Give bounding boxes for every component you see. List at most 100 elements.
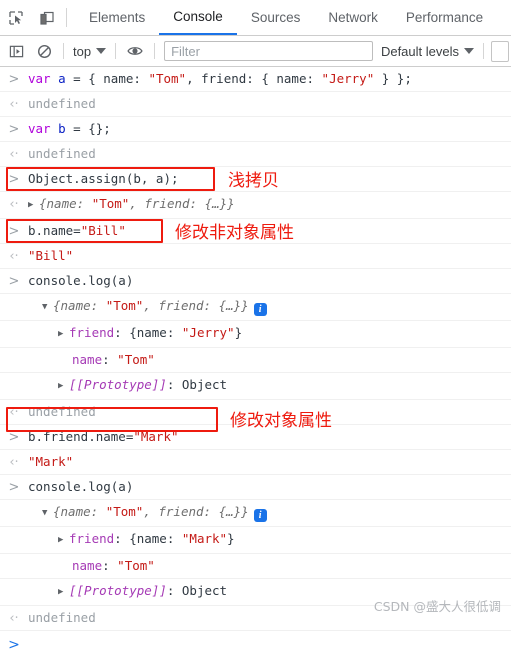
filter-input[interactable]: Filter	[164, 41, 373, 61]
output-arrow-icon: ‹·	[9, 611, 19, 626]
code-token: [[Prototype]]	[69, 583, 167, 598]
code-token: : {name:	[114, 325, 182, 340]
code-token: , friend: {…}}	[143, 298, 249, 313]
tab-performance[interactable]: Performance	[392, 0, 497, 35]
console-log-row[interactable]: ▼ {name: "Tom", friend: {…}} i	[0, 294, 511, 321]
tab-network[interactable]: Network	[314, 0, 392, 35]
disclosure-triangle-collapsed-icon[interactable]: ▶	[58, 377, 69, 395]
console-input-row[interactable]: > b.friend.name="Mark"	[0, 425, 511, 450]
console-input-row[interactable]: > console.log(a)	[0, 475, 511, 500]
console-input-row[interactable]: > var a = { name: "Tom", friend: { name: …	[0, 67, 511, 92]
code-token: var	[28, 121, 51, 136]
console-input-row[interactable]: > console.log(a)	[0, 269, 511, 294]
console-row-text: ▼ {name: "Tom", friend: {…}} i	[28, 297, 507, 317]
code-token: = {};	[65, 121, 111, 136]
console-row-text: ▼ {name: "Tom", friend: {…}} i	[28, 503, 507, 523]
code-token: "Jerry"	[181, 325, 235, 340]
toolbar-divider-4	[483, 43, 484, 59]
prompt-arrow-icon: >	[8, 636, 20, 653]
code-token: = { name:	[65, 71, 149, 86]
code-token: } };	[374, 71, 412, 86]
console-result-row[interactable]: ‹· ▶ {name: "Tom", friend: {…}}	[0, 192, 511, 219]
console-log-row[interactable]: ▶ [[Prototype]]: Object	[0, 373, 511, 400]
inspect-element-button[interactable]	[0, 0, 31, 35]
chevron-down-icon	[96, 48, 107, 54]
console-log-row[interactable]: ▶ friend: {name: "Jerry"}	[0, 321, 511, 348]
code-token: "Tom"	[105, 504, 144, 519]
input-arrow-icon: >	[8, 122, 20, 137]
console-result-row[interactable]: ‹· undefined	[0, 92, 511, 117]
clear-console-icon	[37, 44, 51, 58]
disclosure-triangle-expanded-icon[interactable]: ▼	[42, 298, 53, 316]
filter-placeholder: Filter	[171, 43, 200, 59]
console-input-row[interactable]: > Object.assign(b, a);	[0, 167, 511, 192]
console-settings-button[interactable]	[491, 40, 509, 62]
console-result-row[interactable]: ‹· "Bill"	[0, 244, 511, 269]
output-arrow-icon: ‹·	[9, 455, 19, 470]
console-row-text: b.friend.name="Mark"	[28, 428, 507, 446]
console-result-row[interactable]: ‹· "Mark"	[0, 450, 511, 475]
console-sidebar-button[interactable]	[2, 37, 30, 65]
console-log-row[interactable]: name: "Tom"	[0, 348, 511, 373]
disclosure-triangle-collapsed-icon[interactable]: ▶	[28, 196, 39, 214]
console-row-text: "Mark"	[28, 453, 507, 471]
input-arrow-icon: >	[8, 274, 20, 289]
console-row-text: ▶ friend: {name: "Jerry"}	[28, 324, 507, 344]
code-token: console.log(a)	[28, 273, 134, 288]
info-badge-icon[interactable]: i	[253, 509, 267, 522]
toolbar-divider-1	[63, 43, 64, 59]
console-result-row[interactable]: ‹· undefined	[0, 400, 511, 425]
code-token: , friend: {…}}	[129, 196, 235, 211]
console-log-row[interactable]: ▶ friend: {name: "Mark"}	[0, 527, 511, 554]
code-token: {name:	[53, 504, 106, 519]
code-token: "Tom"	[117, 352, 155, 367]
code-token: b.friend.name=	[28, 429, 134, 444]
console-log-row[interactable]: ▼ {name: "Tom", friend: {…}} i	[0, 500, 511, 527]
code-token: friend	[69, 531, 115, 546]
execution-context-selector[interactable]: top	[69, 44, 110, 59]
console-result-row[interactable]: ‹· undefined	[0, 142, 511, 167]
console-row-text: var b = {};	[28, 120, 507, 138]
code-token: }	[227, 531, 235, 546]
output-arrow-icon: ‹·	[9, 147, 19, 162]
info-badge-icon[interactable]: i	[253, 303, 267, 316]
toolbar-divider-2	[115, 43, 117, 59]
tabbar-divider	[66, 8, 67, 27]
code-token: "Mark"	[181, 531, 228, 546]
code-token: : {name:	[114, 531, 182, 546]
log-gutter	[0, 530, 28, 531]
console-prompt-row[interactable]: >	[0, 631, 511, 657]
output-arrow-icon: ‹·	[9, 97, 19, 112]
log-levels-selector[interactable]: Default levels	[377, 44, 478, 59]
live-expression-button[interactable]	[121, 37, 149, 65]
output-arrow-icon: ‹·	[9, 405, 19, 420]
output-arrow-icon: ‹·	[9, 249, 19, 264]
console-input-row[interactable]: > b.name="Bill"	[0, 219, 511, 244]
console-row-text: undefined	[28, 95, 507, 113]
input-arrow-icon: >	[8, 480, 20, 495]
code-token: "Bill"	[80, 223, 126, 238]
code-token: "Tom"	[117, 558, 155, 573]
console-sidebar-icon	[9, 45, 23, 57]
disclosure-triangle-expanded-icon[interactable]: ▼	[42, 504, 53, 522]
code-token: undefined	[28, 404, 96, 419]
disclosure-triangle-collapsed-icon[interactable]: ▶	[58, 583, 69, 601]
panel-tabs: Elements Console Sources Network Perform…	[75, 0, 497, 35]
clear-console-button[interactable]	[30, 37, 58, 65]
disclosure-triangle-collapsed-icon[interactable]: ▶	[58, 531, 69, 549]
code-token: "Bill"	[28, 248, 74, 263]
log-gutter	[0, 324, 28, 325]
console-log-row[interactable]: name: "Tom"	[0, 554, 511, 579]
console-input-row[interactable]: > var b = {};	[0, 117, 511, 142]
code-token: var	[28, 71, 51, 86]
tab-sources[interactable]: Sources	[237, 0, 315, 35]
device-toolbar-button[interactable]	[31, 0, 62, 35]
log-gutter	[0, 297, 28, 298]
code-token: : Object	[166, 583, 228, 598]
disclosure-triangle-collapsed-icon[interactable]: ▶	[58, 325, 69, 343]
tab-console[interactable]: Console	[159, 0, 237, 35]
log-gutter	[0, 351, 28, 352]
console-message-list[interactable]: > var a = { name: "Tom", friend: { name: …	[0, 67, 511, 657]
tab-elements[interactable]: Elements	[75, 0, 159, 35]
